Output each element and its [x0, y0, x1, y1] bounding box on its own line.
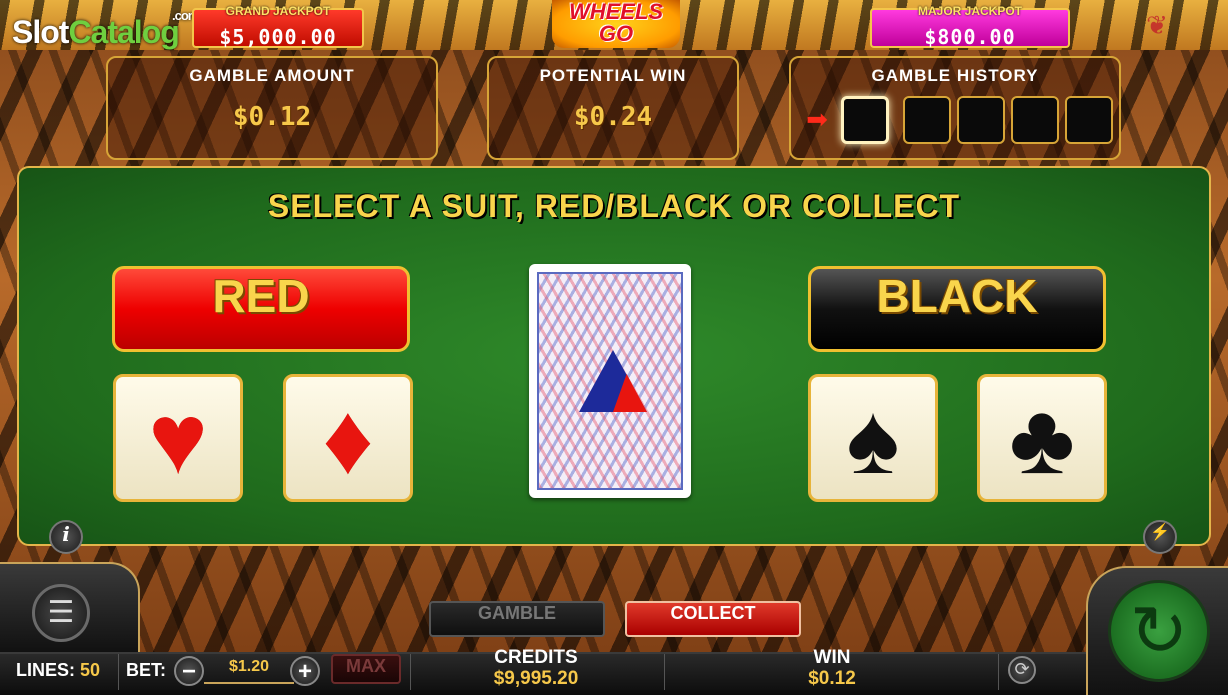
grand-jackpot-value: $5,000.00 — [219, 25, 337, 49]
info-icon[interactable]: i — [49, 520, 83, 554]
credits-value: $9,995.20 — [493, 668, 579, 689]
history-slot-1 — [841, 96, 889, 144]
history-slot-2 — [903, 96, 951, 144]
menu-button[interactable]: ☰ — [32, 584, 90, 642]
bet-value: $1.20 — [204, 658, 294, 684]
lines-label: LINES: — [16, 660, 76, 680]
gamble-history-label: GAMBLE HISTORY — [871, 66, 1039, 85]
logo-line1: WHEELS — [568, 0, 664, 24]
spades-icon: ♠ — [846, 383, 900, 495]
menu-icon: ☰ — [47, 596, 75, 629]
divider — [998, 654, 999, 690]
major-jackpot-label: MAJOR JACKPOT — [917, 4, 1022, 18]
diamonds-icon: ♦ — [322, 383, 374, 495]
credits-label: CREDITS — [494, 647, 578, 668]
divider — [118, 654, 119, 690]
gamble-amount-value: $0.12 — [232, 102, 312, 132]
major-jackpot-value: $800.00 — [924, 25, 1016, 49]
gamble-table: SELECT A SUIT, RED/BLACK OR COLLECT RED … — [17, 166, 1211, 554]
divider — [410, 654, 411, 690]
turbo-icon[interactable]: ⚡ — [1143, 520, 1177, 554]
max-bet-button[interactable]: MAX — [331, 654, 401, 684]
black-button[interactable]: BLACK — [808, 266, 1106, 352]
logo-line2: GO — [598, 21, 634, 46]
win-display: WIN $0.12 — [782, 648, 882, 690]
diamonds-button[interactable]: ♦ — [283, 374, 413, 502]
autoplay-icon: ⟳ — [1014, 659, 1030, 679]
face-down-card — [529, 264, 691, 498]
bet-decrease-button[interactable]: − — [174, 656, 204, 686]
bet-label: BET: — [126, 660, 166, 680]
card-back-pattern — [537, 272, 683, 490]
spin-button[interactable]: ↻ — [1108, 580, 1210, 682]
clubs-icon: ♣ — [1009, 383, 1075, 495]
red-button[interactable]: RED — [112, 266, 410, 352]
bottom-bar: ☰ GAMBLE COLLECT LINES: 50 BET: − $1.20 … — [0, 560, 1228, 695]
lines-value: 50 — [80, 660, 101, 680]
history-slot-5 — [1065, 96, 1113, 144]
watermark-logo: SlotCatalog .com — [12, 8, 199, 51]
gamble-amount-panel: GAMBLE AMOUNT $0.12 — [106, 56, 438, 160]
spades-button[interactable]: ♠ — [808, 374, 938, 502]
grand-jackpot-label: GRAND JACKPOT — [225, 4, 331, 18]
bet-increase-button[interactable]: + — [290, 656, 320, 686]
gamble-instruction: SELECT A SUIT, RED/BLACK OR COLLECT — [267, 188, 961, 224]
win-label: WIN — [813, 647, 851, 668]
autoplay-button[interactable]: ⟳ — [1008, 656, 1036, 684]
credits-display: CREDITS $9,995.20 — [466, 648, 606, 690]
hearts-button[interactable]: ♥ — [113, 374, 243, 502]
dragon-emblem-icon: ❦ — [1146, 10, 1168, 40]
spin-frame: ↻ — [1086, 566, 1228, 695]
clubs-button[interactable]: ♣ — [977, 374, 1107, 502]
hearts-icon: ♥ — [148, 383, 208, 495]
history-slot-3 — [957, 96, 1005, 144]
current-slot-arrow-icon: ➡ — [806, 104, 828, 134]
potential-win-panel: POTENTIAL WIN $0.24 — [487, 56, 739, 160]
win-value: $0.12 — [808, 668, 856, 689]
game-logo: WHEELS GO — [552, 0, 680, 48]
divider — [664, 654, 665, 690]
grand-jackpot: GRAND JACKPOT $5,000.00 — [192, 4, 364, 49]
spin-icon: ↻ — [1129, 592, 1189, 670]
gamble-history-panel: GAMBLE HISTORY ➡ — [789, 56, 1121, 160]
gamble-history-slots: ➡ — [801, 96, 1121, 146]
potential-win-value: $0.24 — [573, 102, 653, 132]
watermark-brand-b: Catalog — [68, 14, 179, 50]
collect-button[interactable]: COLLECT — [625, 601, 801, 637]
potential-win-label: POTENTIAL WIN — [539, 66, 687, 85]
history-slot-4 — [1011, 96, 1059, 144]
major-jackpot: MAJOR JACKPOT $800.00 — [870, 4, 1070, 49]
lines-display: LINES: 50 — [16, 660, 100, 681]
gamble-button[interactable]: GAMBLE — [429, 601, 605, 637]
gamble-amount-label: GAMBLE AMOUNT — [189, 66, 355, 85]
watermark-brand-a: Slot — [12, 14, 69, 50]
